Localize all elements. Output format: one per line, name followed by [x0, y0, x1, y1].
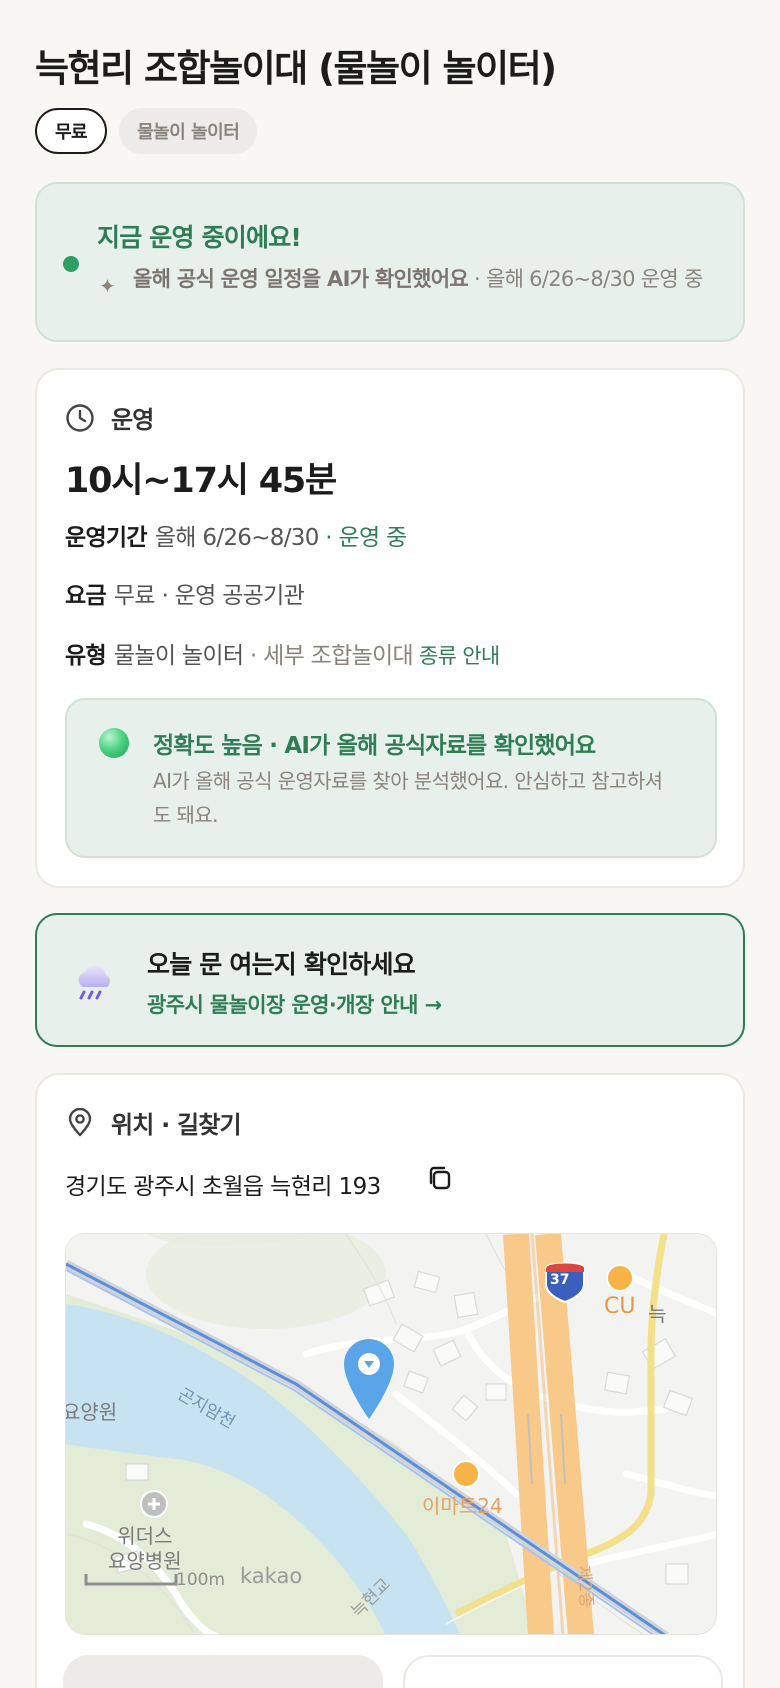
operating-status-card: 지금 운영 중이에요! ✦ 올해 공식 운영 일정을 AI가 확인했어요 · 올… — [35, 182, 745, 342]
map-label-nursing-home: 요양원 — [65, 1400, 118, 1424]
period-value: 올해 6/26~8/30 — [154, 525, 320, 551]
period-status: · 운영 중 — [325, 525, 407, 551]
operation-header: 운영 — [65, 400, 154, 435]
map-scale-label: 100m — [176, 1570, 226, 1590]
map-brand-label: kakao — [240, 1564, 303, 1588]
copy-address-icon[interactable] — [425, 1163, 455, 1193]
map-label-emart24: 이마트24 — [422, 1494, 503, 1518]
map-view[interactable]: 곤지암천 요양원 위더스 요양병원 CU 늑 이마트24 37 100m kak… — [65, 1233, 717, 1635]
period-row: 운영기간 올해 6/26~8/30 · 운영 중 — [65, 518, 407, 552]
accuracy-orb-icon — [99, 728, 129, 758]
page-title: 늑현리 조합놀이대 (물놀이 놀이터) — [35, 47, 557, 90]
operating-hours: 10시~17시 45분 — [65, 461, 337, 501]
map-label-cu: CU — [604, 1294, 636, 1319]
bottom-action-right[interactable] — [403, 1655, 723, 1688]
location-header: 위치 · 길찾기 — [65, 1105, 242, 1140]
type-guide-link[interactable]: 종류 안내 — [419, 644, 500, 668]
type-key: 유형 — [65, 643, 107, 669]
tag-type[interactable]: 물놀이 놀이터 — [119, 108, 258, 154]
status-dot-icon — [63, 256, 79, 272]
location-card: 위치 · 길찾기 경기도 광주시 초월읍 늑현리 193 곤지암천 요양원 위더… — [35, 1073, 745, 1688]
sparkle-icon: ✦ — [99, 274, 116, 298]
check-open-notice[interactable]: 오늘 문 여는지 확인하세요 광주시 물놀이장 운영·개장 안내 → — [35, 913, 745, 1047]
location-pin-icon — [68, 1107, 92, 1136]
notice-link[interactable]: 광주시 물놀이장 운영·개장 안내 → — [147, 989, 442, 1019]
status-title: 지금 운영 중이에요! — [97, 223, 302, 252]
map-label-hospital: 위더스 요양병원 — [108, 1524, 182, 1573]
tag-free[interactable]: 무료 — [35, 108, 108, 154]
location-label: 위치 · 길찾기 — [111, 1111, 242, 1139]
rain-cloud-icon — [78, 965, 110, 1000]
map-label-neuk: 늑 — [648, 1302, 667, 1326]
status-detail-strong: 올해 공식 운영 일정을 AI가 확인했어요 — [133, 267, 469, 291]
fee-row: 요금 무료 · 운영 공공기관 — [65, 576, 305, 610]
type-detail: · 세부 조합놀이대 — [249, 643, 414, 669]
fee-key: 요금 — [65, 583, 107, 609]
tag-list: 무료 물놀이 놀이터 — [35, 108, 258, 154]
accuracy-title: 정확도 높음 · AI가 올해 공식자료를 확인했어요 — [153, 733, 596, 759]
map-label-road: 제2종 — [572, 1564, 597, 1609]
operation-label: 운영 — [111, 406, 154, 434]
bottom-action-left[interactable] — [63, 1655, 383, 1688]
status-detail: 올해 공식 운영 일정을 AI가 확인했어요 · 올해 6/26~8/30 운영… — [133, 264, 723, 294]
accuracy-box: 정확도 높음 · AI가 올해 공식자료를 확인했어요 AI가 올해 공식 운영… — [65, 698, 717, 858]
clock-icon — [66, 403, 94, 432]
period-key: 운영기간 — [65, 525, 148, 551]
map-label-route-37: 37 — [550, 1272, 570, 1288]
fee-value: 무료 · 운영 공공기관 — [113, 583, 305, 609]
address-text: 경기도 광주시 초월읍 늑현리 193 — [65, 1174, 381, 1200]
operation-card: 운영 10시~17시 45분 운영기간 올해 6/26~8/30 · 운영 중 요… — [35, 368, 745, 888]
notice-title: 오늘 문 여는지 확인하세요 — [147, 950, 416, 979]
type-value: 물놀이 놀이터 — [113, 643, 244, 669]
status-detail-rest: · 올해 6/26~8/30 운영 중 — [468, 267, 703, 291]
type-row: 유형 물놀이 놀이터 · 세부 조합놀이대 종류 안내 — [65, 636, 500, 670]
accuracy-body: AI가 올해 공식 운영자료를 찾아 분석했어요. 안심하고 참고하셔도 돼요. — [153, 769, 663, 827]
